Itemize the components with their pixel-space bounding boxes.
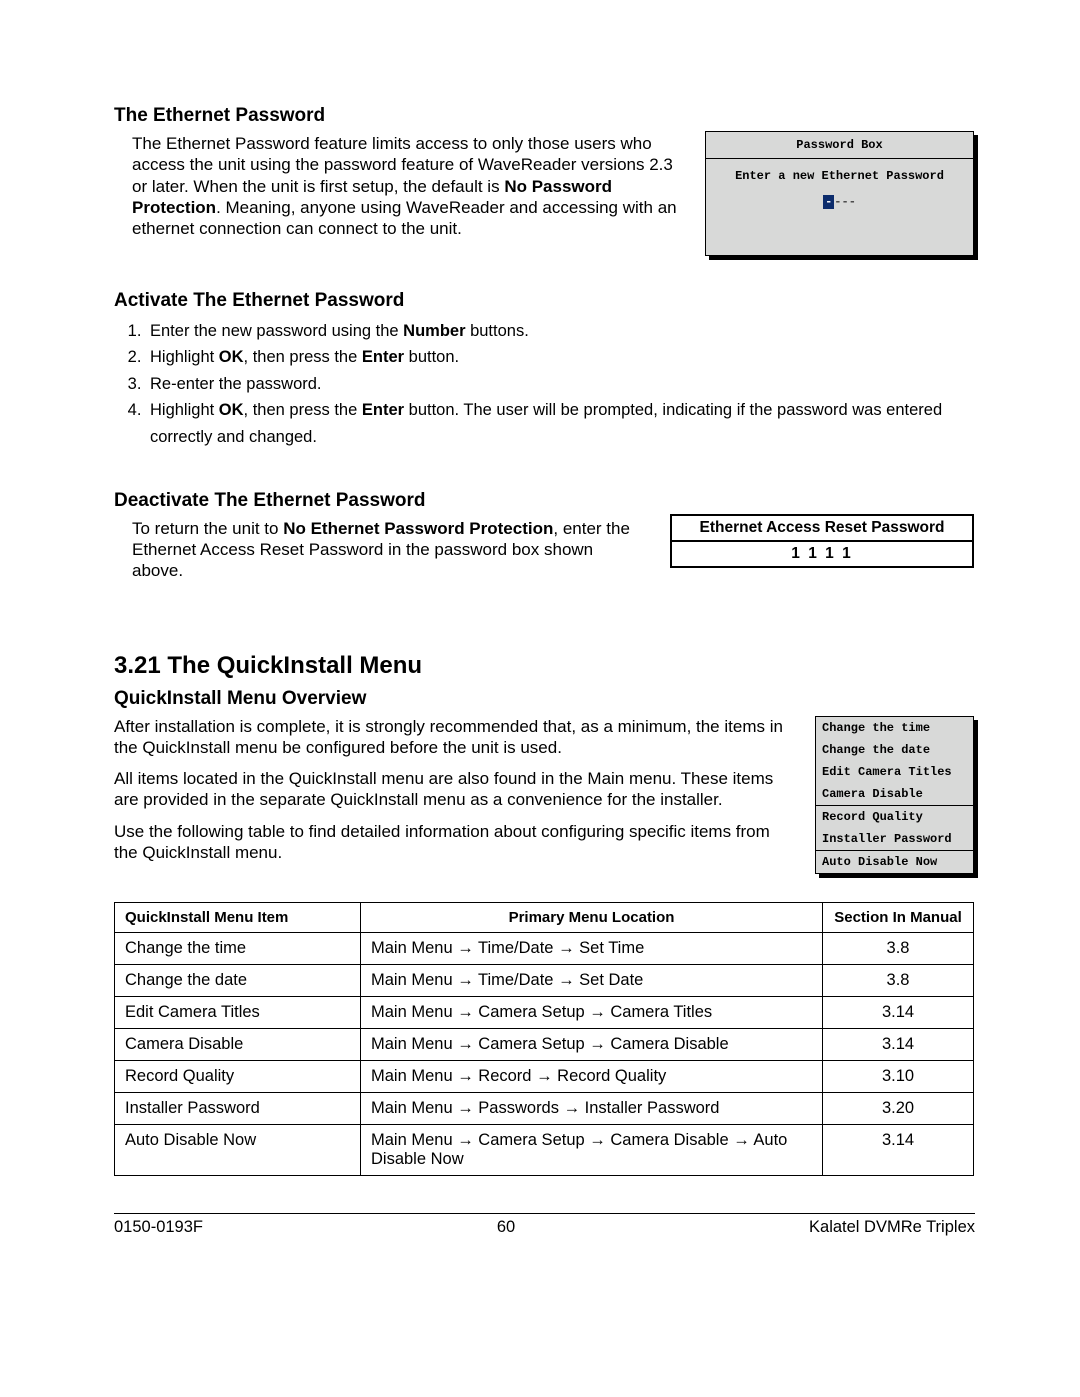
- text-fragment: , then press the: [244, 401, 362, 419]
- qi-p1: After installation is complete, it is st…: [114, 716, 791, 759]
- table-cell-path: Main Menu → Camera Setup → Camera Titles: [361, 996, 823, 1028]
- qi-menu-item: Change the time: [816, 717, 973, 739]
- table-row: Change the timeMain Menu → Time/Date → S…: [115, 932, 974, 964]
- heading-deactivate: Deactivate The Ethernet Password: [114, 490, 974, 512]
- password-box-subtitle: Enter a new Ethernet Password: [706, 159, 973, 189]
- table-header: Section In Manual: [823, 902, 974, 932]
- text-bold: Enter: [362, 348, 404, 366]
- password-mask: ---: [834, 195, 856, 209]
- table-cell-section: 3.14: [823, 1028, 974, 1060]
- table-cell-path: Main Menu → Time/Date → Set Date: [361, 964, 823, 996]
- password-box: Password Box Enter a new Ethernet Passwo…: [705, 131, 974, 256]
- ethernet-paragraph: The Ethernet Password feature limits acc…: [132, 133, 685, 239]
- table-cell-item: Auto Disable Now: [115, 1124, 361, 1175]
- deactivate-text: To return the unit to No Ethernet Passwo…: [132, 518, 646, 592]
- qi-menu-item: Auto Disable Now: [816, 851, 973, 873]
- text-fragment: button.: [404, 348, 459, 366]
- text-fragment: Highlight: [150, 401, 219, 419]
- reset-password-box: Ethernet Access Reset Password 1 1 1 1: [670, 514, 974, 568]
- quickinstall-row: After installation is complete, it is st…: [114, 716, 974, 874]
- text-bold: Enter: [362, 401, 404, 419]
- text-fragment: To return the unit to: [132, 519, 283, 538]
- text-fragment: buttons.: [466, 322, 529, 340]
- qi-p3: Use the following table to find detailed…: [114, 821, 791, 864]
- ethernet-text: The Ethernet Password feature limits acc…: [132, 133, 685, 256]
- table-header: Primary Menu Location: [361, 902, 823, 932]
- ethernet-row: The Ethernet Password feature limits acc…: [114, 133, 974, 256]
- footer-right: Kalatel DVMRe Triplex: [809, 1218, 975, 1237]
- qi-menu-item: Installer Password: [816, 828, 973, 850]
- table-cell-item: Change the date: [115, 964, 361, 996]
- table-cell-path: Main Menu → Passwords → Installer Passwo…: [361, 1092, 823, 1124]
- heading-quickinstall: 3.21 The QuickInstall Menu: [114, 652, 974, 680]
- deactivate-paragraph: To return the unit to No Ethernet Passwo…: [132, 518, 646, 582]
- table-cell-item: Change the time: [115, 932, 361, 964]
- table-cell-section: 3.14: [823, 996, 974, 1028]
- step-item: Highlight OK, then press the Enter butto…: [146, 397, 974, 450]
- text-bold: Number: [403, 322, 465, 340]
- table-header-row: QuickInstall Menu Item Primary Menu Loca…: [115, 902, 974, 932]
- reset-box-value: 1 1 1 1: [672, 542, 972, 566]
- qi-p2: All items located in the QuickInstall me…: [114, 768, 791, 811]
- text-fragment: Re-enter the password.: [150, 375, 322, 393]
- text-fragment: Highlight: [150, 348, 219, 366]
- table-cell-item: Camera Disable: [115, 1028, 361, 1060]
- quickinstall-table: QuickInstall Menu Item Primary Menu Loca…: [114, 902, 974, 1176]
- table-cell-section: 3.14: [823, 1124, 974, 1175]
- table-cell-path: Main Menu → Camera Setup → Camera Disabl…: [361, 1124, 823, 1175]
- table-cell-item: Record Quality: [115, 1060, 361, 1092]
- text-fragment: Enter the new password using the: [150, 322, 403, 340]
- content-area: The Ethernet Password The Ethernet Passw…: [114, 105, 974, 1176]
- heading-activate: Activate The Ethernet Password: [114, 290, 974, 312]
- text-fragment: , then press the: [244, 348, 362, 366]
- table-cell-section: 3.8: [823, 964, 974, 996]
- step-item: Enter the new password using the Number …: [146, 318, 974, 344]
- table-cell-section: 3.20: [823, 1092, 974, 1124]
- table-header: QuickInstall Menu Item: [115, 902, 361, 932]
- qi-menu-item: Record Quality: [816, 806, 973, 828]
- table-cell-path: Main Menu → Time/Date → Set Time: [361, 932, 823, 964]
- qi-menu-item: Camera Disable: [816, 783, 973, 805]
- table-cell-section: 3.10: [823, 1060, 974, 1092]
- heading-qi-overview: QuickInstall Menu Overview: [114, 688, 974, 710]
- table-cell-item: Installer Password: [115, 1092, 361, 1124]
- qi-text: After installation is complete, it is st…: [114, 716, 791, 874]
- password-input-display: ----: [706, 189, 973, 209]
- text-bold: No Ethernet Password Protection: [283, 519, 553, 538]
- step-item: Highlight OK, then press the Enter butto…: [146, 344, 974, 370]
- table-row: Camera DisableMain Menu → Camera Setup →…: [115, 1028, 974, 1060]
- table-row: Record QualityMain Menu → Record → Recor…: [115, 1060, 974, 1092]
- table-cell-section: 3.8: [823, 932, 974, 964]
- password-box-title: Password Box: [706, 132, 973, 158]
- table-cell-path: Main Menu → Record → Record Quality: [361, 1060, 823, 1092]
- step-item: Re-enter the password.: [146, 371, 974, 397]
- table-cell-item: Edit Camera Titles: [115, 996, 361, 1028]
- quickinstall-menu-box: Change the time Change the date Edit Cam…: [815, 716, 974, 874]
- text-bold: OK: [219, 401, 244, 419]
- table-row: Change the dateMain Menu → Time/Date → S…: [115, 964, 974, 996]
- table-row: Edit Camera TitlesMain Menu → Camera Set…: [115, 996, 974, 1028]
- activate-steps: Enter the new password using the Number …: [114, 318, 974, 450]
- qi-menu-item: Edit Camera Titles: [816, 761, 973, 783]
- cursor-icon: -: [823, 195, 834, 209]
- page-footer: 0150-0193F 60 Kalatel DVMRe Triplex: [114, 1213, 975, 1237]
- footer-center: 60: [497, 1218, 515, 1237]
- page: The Ethernet Password The Ethernet Passw…: [0, 0, 1080, 1397]
- reset-box-title: Ethernet Access Reset Password: [672, 516, 972, 542]
- text-bold: OK: [219, 348, 244, 366]
- table-row: Installer PasswordMain Menu → Passwords …: [115, 1092, 974, 1124]
- heading-ethernet-password: The Ethernet Password: [114, 105, 974, 127]
- table-cell-path: Main Menu → Camera Setup → Camera Disabl…: [361, 1028, 823, 1060]
- qi-menu-item: Change the date: [816, 739, 973, 761]
- table-row: Auto Disable NowMain Menu → Camera Setup…: [115, 1124, 974, 1175]
- deactivate-row: To return the unit to No Ethernet Passwo…: [114, 518, 974, 592]
- footer-left: 0150-0193F: [114, 1218, 203, 1237]
